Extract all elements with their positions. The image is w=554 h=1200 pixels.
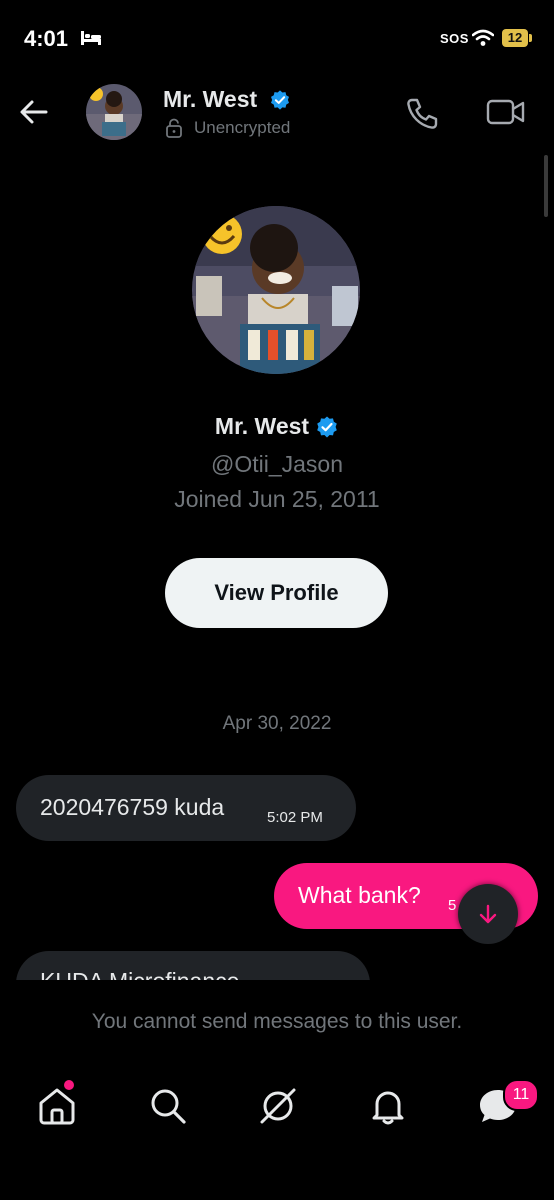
back-arrow-icon[interactable] — [18, 96, 50, 128]
grok-icon[interactable] — [256, 1084, 300, 1128]
message-timestamp: 5 — [448, 897, 457, 914]
battery-indicator: 12 — [502, 29, 528, 47]
header-contact-name[interactable]: Mr. West — [163, 86, 257, 113]
message-bubble-body: KUDA Microfinance — [16, 951, 370, 980]
view-profile-button[interactable]: View Profile — [165, 558, 388, 628]
status-time: 4:01 — [24, 26, 69, 51]
scrollbar-thumb[interactable] — [544, 155, 548, 217]
battery-cap — [529, 34, 532, 42]
home-notification-dot — [64, 1080, 74, 1090]
message-text: KUDA Microfinance — [40, 968, 239, 980]
scroll-to-bottom-button[interactable] — [458, 884, 518, 944]
phone-icon[interactable] — [404, 96, 440, 132]
lock-icon — [166, 118, 182, 138]
message-timestamp: 5:02 PM — [267, 809, 323, 826]
arrow-down-icon — [479, 904, 497, 924]
profile-name-row: Mr. West — [0, 413, 554, 440]
avatar-photo — [86, 84, 142, 140]
message-bubble-incoming[interactable]: 2020476759 kuda 5:02 PM — [16, 775, 356, 841]
encryption-status: Unencrypted — [194, 118, 291, 137]
message-text: 2020476759 kuda — [40, 794, 225, 820]
header-avatar[interactable] — [86, 84, 142, 140]
profile-avatar[interactable] — [192, 206, 360, 374]
search-icon[interactable] — [146, 1084, 190, 1128]
sleep-focus-icon — [81, 31, 101, 45]
sos-indicator: SOS — [440, 31, 469, 46]
verified-badge-icon — [317, 416, 337, 437]
avatar-photo — [192, 206, 360, 374]
messages-unread-badge: 11 — [503, 1079, 539, 1111]
message-bubble-incoming-partial[interactable]: KUDA Microfinance — [16, 951, 376, 980]
notifications-icon[interactable] — [366, 1084, 410, 1128]
verified-badge-icon — [271, 90, 289, 110]
date-divider: Apr 30, 2022 — [222, 713, 332, 734]
profile-name: Mr. West — [214, 413, 310, 439]
message-text: What bank? — [298, 882, 421, 908]
wifi-icon — [472, 29, 494, 46]
cannot-message-notice: You cannot send messages to this user. — [91, 1010, 463, 1033]
profile-joined-date: Joined Jun 25, 2011 — [174, 486, 380, 512]
home-icon[interactable] — [35, 1084, 79, 1128]
video-camera-icon[interactable] — [485, 96, 527, 128]
profile-handle: @Otii_Jason — [210, 451, 343, 477]
